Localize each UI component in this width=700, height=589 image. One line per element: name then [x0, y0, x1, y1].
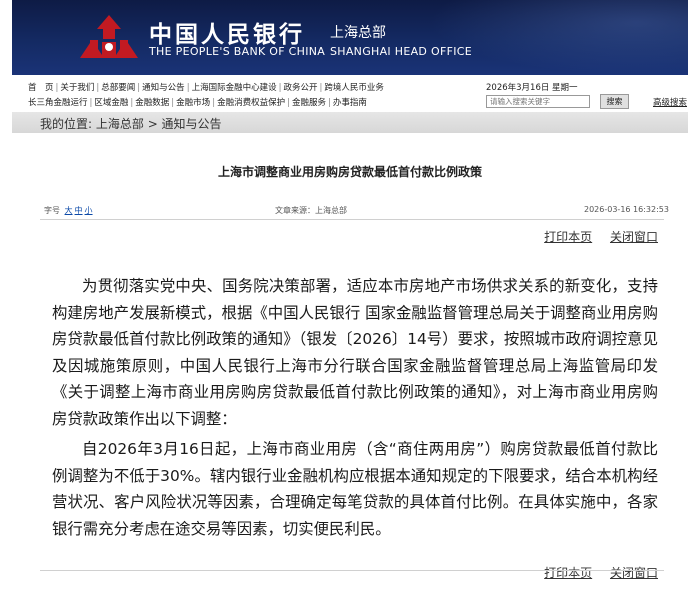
current-date: 2026年3月16日 星期一	[486, 83, 578, 93]
nav-item-yangtze-delta[interactable]: 长三角金融运行	[28, 98, 88, 108]
nav-item-notices[interactable]: 通知与公告	[142, 83, 185, 93]
divider	[40, 570, 664, 571]
office-name-en: SHANGHAI HEAD OFFICE	[330, 45, 472, 58]
article-actions-bottom: 打印本页 关闭窗口	[530, 564, 658, 581]
article-timestamp: 2026-03-16 16:32:53	[584, 205, 669, 214]
bank-name-cn: 中国人民银行	[149, 21, 305, 48]
bank-name-en: THE PEOPLE'S BANK OF CHINA	[149, 45, 326, 58]
page: 中国人民银行 上海总部 THE PEOPLE'S BANK OF CHINA S…	[0, 0, 700, 589]
article-container: 上海市调整商业用房购房贷款最低首付款比例政策 字号 大中小 文章来源：上海总部 …	[12, 133, 688, 589]
nav-item-financial-market[interactable]: 金融市场	[176, 98, 210, 108]
site-header: 中国人民银行 上海总部 THE PEOPLE'S BANK OF CHINA S…	[12, 0, 688, 75]
nav-item-cross-border-rmb[interactable]: 跨境人民币业务	[324, 83, 384, 93]
nav-row-1: 首 页 | 关于我们 | 总部要闻 | 通知与公告 | 上海国际金融中心建设 | 政务公开 | 跨境人民…	[28, 83, 384, 93]
close-window-link[interactable]: 关闭窗口	[610, 230, 658, 244]
font-size-small[interactable]: 小	[85, 206, 93, 215]
article-paragraph: 为贯彻落实党中央、国务院决策部署，适应本市房地产市场供求关系的新变化，支持构建房…	[52, 277, 658, 428]
search-button[interactable]: 搜索	[600, 94, 629, 109]
nav-item-consumer-protection[interactable]: 金融消费权益保护	[217, 98, 285, 108]
advanced-search-link[interactable]: 高级搜索	[653, 96, 687, 108]
nav-item-financial-services[interactable]: 金融服务	[292, 98, 326, 108]
search-input[interactable]	[486, 95, 590, 108]
nav-item-financial-center[interactable]: 上海国际金融中心建设	[192, 83, 277, 93]
nav-item-home[interactable]: 首 页	[28, 83, 54, 93]
article-title: 上海市调整商业用房购房贷款最低首付款比例政策	[217, 165, 482, 179]
breadcrumb-label: 我的位置:	[40, 117, 93, 131]
main-nav: 首 页 | 关于我们 | 总部要闻 | 通知与公告 | 上海国际金融中心建设 | 政务公开 | 跨境人民…	[12, 75, 688, 113]
article-actions-top: 打印本页 关闭窗口	[530, 228, 658, 245]
print-link-bottom[interactable]: 打印本页	[544, 566, 592, 580]
nav-item-gov-info[interactable]: 政务公开	[283, 83, 317, 93]
nav-item-about[interactable]: 关于我们	[60, 83, 94, 93]
nav-item-regional-finance[interactable]: 区域金融	[94, 98, 128, 108]
font-size-large[interactable]: 大	[65, 206, 73, 215]
nav-row-2: 长三角金融运行 | 区域金融 | 金融数据 | 金融市场 | 金融消费权益保护 | 金融服务 | 办事指…	[28, 98, 367, 108]
pboc-emblem-icon[interactable]	[78, 14, 140, 60]
divider	[40, 219, 664, 220]
breadcrumb-path[interactable]: 上海总部 > 通知与公告	[96, 117, 222, 131]
header-decoration	[428, 0, 688, 75]
office-name-cn: 上海总部	[330, 25, 386, 41]
nav-item-guide[interactable]: 办事指南	[333, 98, 367, 108]
close-window-link-bottom[interactable]: 关闭窗口	[610, 566, 658, 580]
breadcrumb-bar: 我的位置: 上海总部 > 通知与公告	[12, 112, 688, 134]
article-paragraph: 自2026年3月16日起，上海市商业用房（含“商住两用房”）购房贷款最低首付款比…	[52, 440, 658, 538]
article-source: 文章来源：上海总部	[275, 206, 347, 215]
print-link[interactable]: 打印本页	[544, 230, 592, 244]
font-size-medium[interactable]: 中	[75, 206, 83, 215]
breadcrumb: 我的位置: 上海总部 > 通知与公告	[40, 115, 222, 132]
nav-item-financial-data[interactable]: 金融数据	[135, 98, 169, 108]
nav-item-news[interactable]: 总部要闻	[101, 83, 135, 93]
font-size-selector: 字号 大中小	[44, 205, 93, 216]
font-size-label: 字号	[44, 206, 60, 215]
